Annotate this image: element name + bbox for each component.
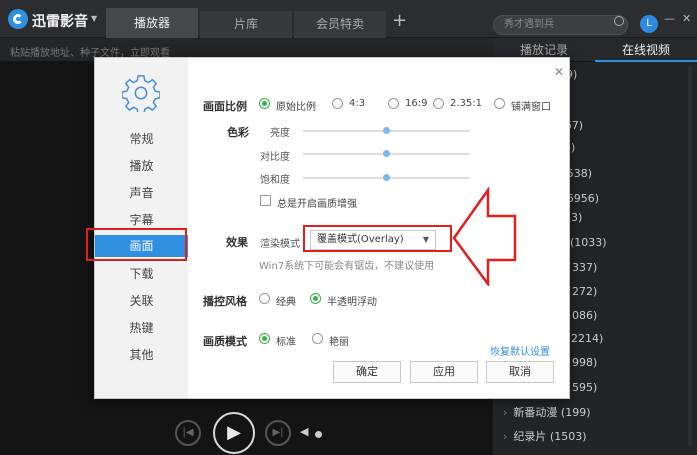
list-item-new-anime[interactable]: › 新番动漫 (199) (503, 404, 590, 428)
aspect-2-35-radio[interactable] (433, 98, 444, 109)
chevron-right-icon: › (503, 406, 508, 419)
tab-vip-sale[interactable]: 会员特卖 (294, 11, 386, 38)
aspect-2-35-label: 2.35:1 (450, 98, 482, 109)
render-mode-label: 渲染模式 (260, 239, 300, 250)
chevron-right-icon: › (503, 430, 508, 443)
list-item-documentary[interactable]: › 纪录片 (1503) (503, 428, 586, 452)
apply-button[interactable]: 应用 (410, 361, 478, 383)
volume-icon[interactable]: ◀ (300, 425, 308, 438)
list-item[interactable]: 086) (572, 309, 597, 333)
brightness-slider-handle[interactable] (383, 127, 390, 134)
nav-download[interactable]: 下载 (95, 263, 188, 285)
aspect-4-3-label: 4:3 (349, 98, 366, 109)
sidebar-scrollbar[interactable] (688, 66, 692, 446)
brightness-label: 亮度 (270, 128, 290, 139)
quality-mode-label: 画质模式 (203, 335, 247, 348)
annotation-box-nav (86, 228, 187, 261)
aspect-fill-label: 铺满窗口 (511, 102, 551, 113)
user-avatar-icon[interactable]: L (640, 15, 658, 33)
saturation-slider-handle[interactable] (383, 174, 390, 181)
quality-standard-radio[interactable] (259, 333, 270, 344)
next-icon[interactable]: ▶| (265, 420, 291, 446)
enhance-label: 总是开启画质增强 (277, 199, 357, 210)
style-floating-label: 半透明浮动 (327, 297, 377, 308)
saturation-label: 饱和度 (260, 175, 290, 186)
close-icon[interactable]: ✕ (554, 65, 564, 79)
aspect-original-label: 原始比例 (276, 102, 316, 113)
aspect-16-9-radio[interactable] (388, 98, 399, 109)
list-item-label: 纪录片 (1503) (513, 430, 587, 443)
play-icon[interactable]: ▶ (213, 412, 255, 454)
contrast-slider-handle[interactable] (383, 150, 390, 157)
list-item[interactable]: 595) (572, 381, 597, 405)
style-floating-radio[interactable] (310, 293, 321, 304)
list-item[interactable]: (1033) (570, 236, 607, 260)
nav-association[interactable]: 关联 (95, 290, 188, 312)
aspect-fill-radio[interactable] (494, 98, 505, 109)
enhance-checkbox[interactable] (260, 195, 271, 206)
ok-button[interactable]: 确定 (333, 361, 401, 383)
add-tab-icon[interactable]: + (392, 10, 407, 31)
nav-sound[interactable]: 声音 (95, 182, 188, 204)
aspect-4-3-radio[interactable] (332, 98, 343, 109)
style-classic-radio[interactable] (259, 293, 270, 304)
reset-defaults-link[interactable]: 恢复默认设置 (490, 343, 550, 358)
annotation-box-dropdown (303, 225, 452, 252)
minimize-icon[interactable]: — (664, 12, 675, 25)
volume-slider-handle[interactable] (315, 431, 322, 438)
tab-library[interactable]: 片库 (200, 11, 292, 38)
title-bar: 迅雷影音 ▼ 播放器 片库 会员特卖 + 秀才遇到兵 L — ✕ (0, 0, 697, 38)
aspect-16-9-label: 16:9 (405, 98, 428, 109)
nav-other[interactable]: 其他 (95, 344, 188, 366)
nav-hotkey[interactable]: 热键 (95, 317, 188, 339)
search-input[interactable]: 秀才遇到兵 (493, 15, 628, 35)
quality-standard-label: 标准 (276, 337, 296, 348)
color-label: 色彩 (227, 126, 249, 139)
tab-player[interactable]: 播放器 (106, 8, 198, 38)
quality-vivid-radio[interactable] (312, 333, 323, 344)
gear-icon (122, 75, 160, 112)
nav-general[interactable]: 常规 (95, 128, 188, 150)
playback-controls: |◀ ▶ ▶| ◀ (0, 405, 493, 455)
annotation-arrow-icon (452, 186, 517, 286)
list-item-label: 新番动漫 (199) (513, 406, 591, 419)
app-name[interactable]: 迅雷影音 (32, 11, 88, 31)
control-style-label: 播控风格 (203, 295, 247, 308)
previous-icon[interactable]: |◀ (175, 420, 201, 446)
contrast-label: 对比度 (260, 152, 290, 163)
app-menu-caret-icon[interactable]: ▼ (91, 14, 97, 23)
style-classic-label: 经典 (276, 297, 296, 308)
list-item[interactable]: 998) (572, 356, 597, 380)
list-item[interactable]: 272) (572, 285, 597, 309)
cancel-button[interactable]: 取消 (486, 361, 554, 383)
quality-vivid-label: 艳丽 (329, 337, 349, 348)
list-item[interactable]: 337) (572, 261, 597, 285)
list-item[interactable]: 2214) (571, 332, 603, 356)
close-window-icon[interactable]: ✕ (682, 12, 691, 25)
effect-label: 效果 (226, 236, 248, 249)
render-mode-hint: Win7系统下可能会有锯齿，不建议使用 (259, 261, 435, 272)
nav-playback[interactable]: 播放 (95, 155, 188, 177)
app-logo-icon (8, 9, 28, 29)
aspect-ratio-label: 画面比例 (203, 100, 247, 113)
search-icon[interactable] (614, 16, 624, 26)
aspect-original-radio[interactable] (259, 98, 270, 109)
tab-online-video[interactable]: 在线视频 (595, 38, 697, 62)
